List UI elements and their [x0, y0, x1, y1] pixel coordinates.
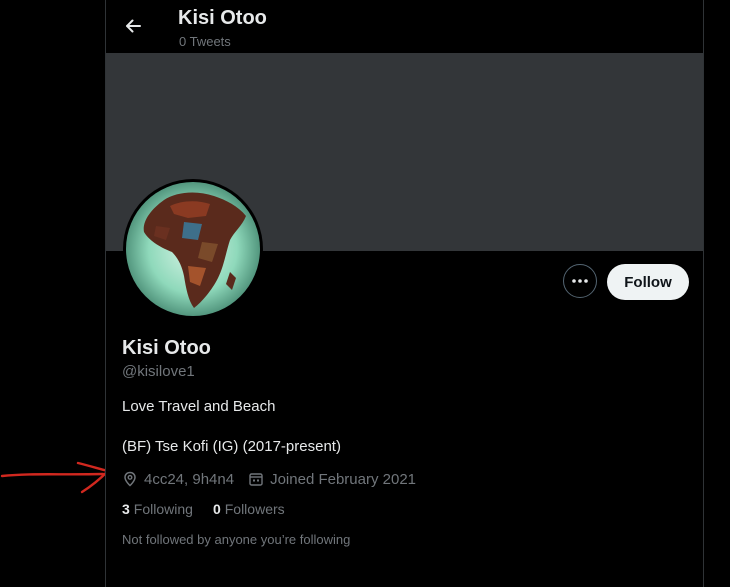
tweet-count: 0 Tweets: [179, 34, 231, 49]
profile-bio-line-1: Love Travel and Beach: [122, 398, 276, 415]
location-item: 4cc24, 9h4n4: [122, 471, 234, 488]
calendar-icon: [249, 473, 263, 486]
follow-stats: 3 Following 0 Followers: [122, 501, 305, 517]
header-title: Kisi Otoo: [178, 7, 267, 29]
africa-map-avatar-image: [126, 182, 260, 316]
arrow-left-icon: [126, 19, 141, 33]
joined-text: Joined February 2021: [270, 470, 417, 488]
profile-name: Kisi Otoo: [122, 337, 211, 359]
following-count: 3: [122, 501, 130, 517]
profile-handle: @kisilove1: [122, 363, 195, 380]
location-text: 4cc24, 9h4n4: [144, 470, 235, 488]
profile-header: Kisi Otoo 0 Tweets: [106, 0, 703, 53]
joined-item: Joined February 2021: [248, 471, 416, 488]
followers-link[interactable]: 0 Followers: [213, 501, 285, 517]
annotation-arrow-icon: [0, 461, 110, 494]
profile-meta-row: 4cc24, 9h4n4 Joined February 2021: [122, 469, 430, 489]
followers-label: Followers: [224, 501, 285, 517]
followed-by-note: Not followed by anyone you’re following: [122, 532, 351, 547]
more-dots-icon: [572, 279, 588, 283]
avatar[interactable]: [123, 179, 263, 319]
followers-count: 0: [212, 501, 221, 517]
back-button[interactable]: [118, 11, 148, 41]
more-options-button[interactable]: [563, 264, 597, 298]
follow-button[interactable]: Follow: [607, 264, 689, 300]
location-pin-icon: [124, 471, 136, 487]
following-link[interactable]: 3 Following: [122, 501, 193, 517]
profile-bio-line-2: (BF) Tse Kofi (IG) (2017-present): [122, 438, 341, 455]
page: Kisi Otoo 0 Tweets Follow Kisi Otoo @kis…: [0, 0, 730, 587]
profile-column: Kisi Otoo 0 Tweets Follow Kisi Otoo @kis…: [105, 0, 704, 587]
following-label: Following: [133, 501, 193, 517]
